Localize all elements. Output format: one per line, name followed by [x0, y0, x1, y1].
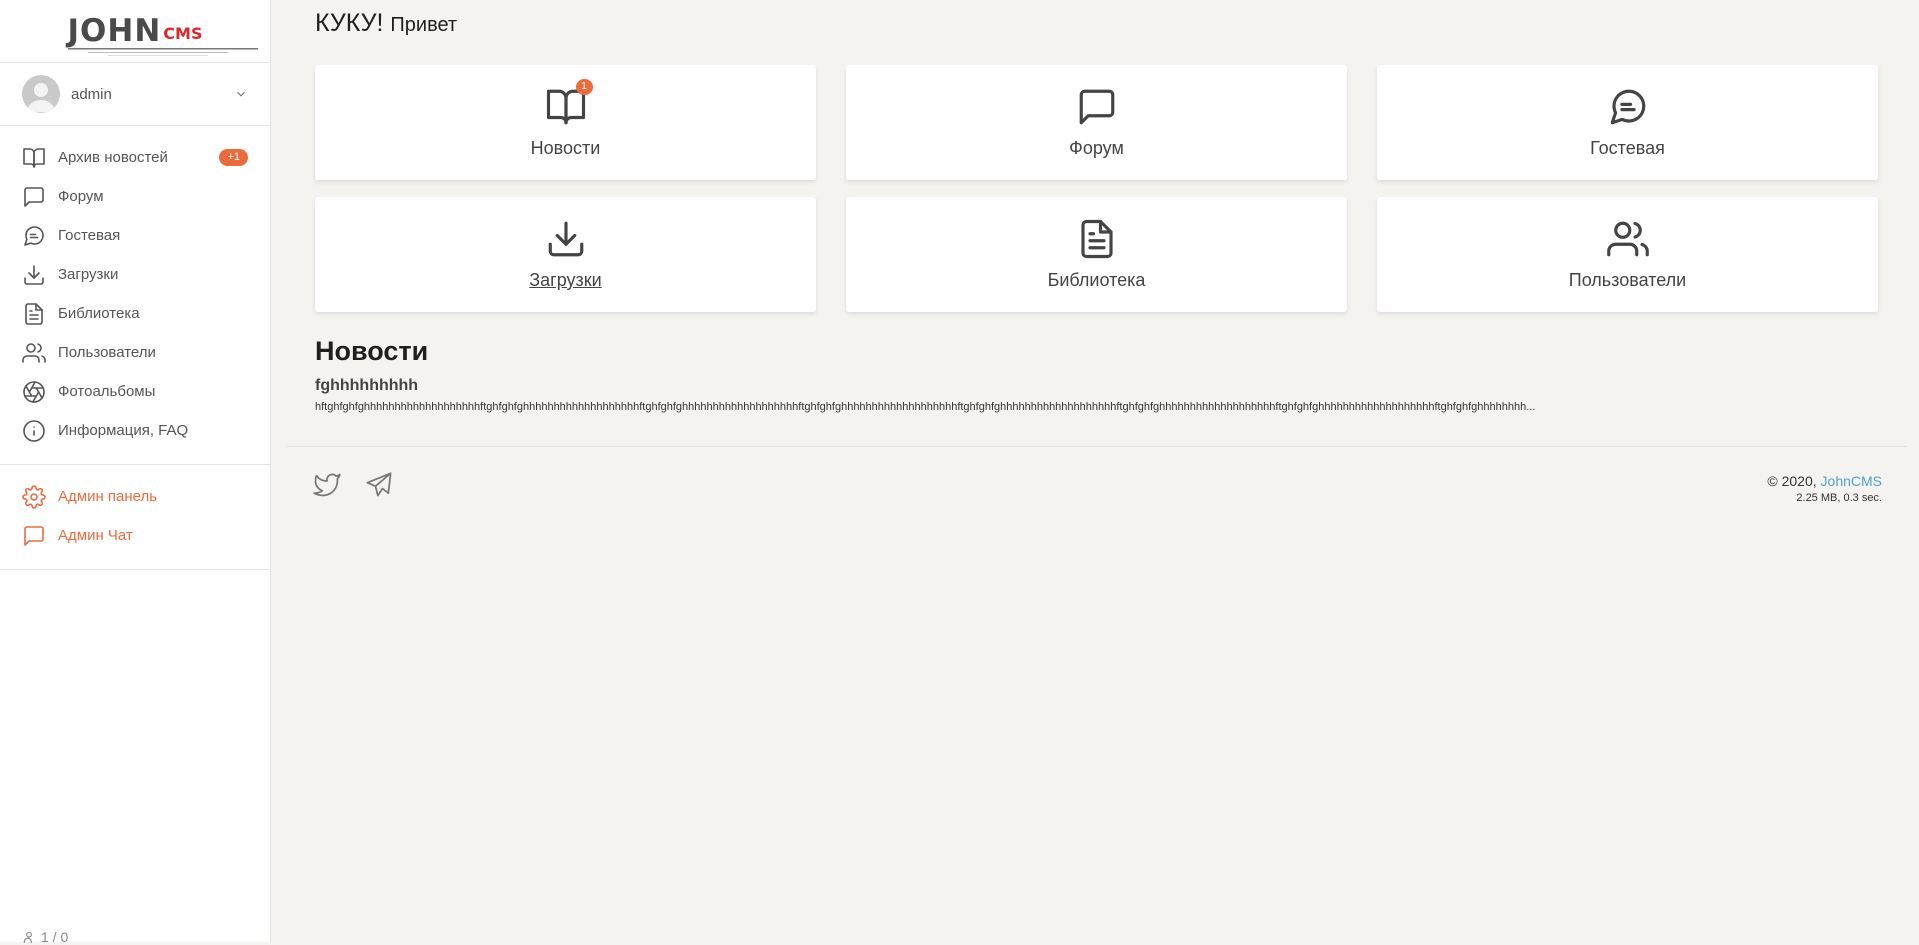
admin-nav: Админ панель Админ Чат — [0, 465, 270, 570]
sidebar-item-label: Архив новостей — [58, 149, 168, 166]
tile-label: Форум — [1069, 138, 1124, 158]
logo-underline-icon — [67, 47, 258, 56]
user-avatar-icon — [27, 83, 55, 112]
sidebar-item-label: Гостевая — [58, 227, 121, 244]
main-nav: Архив новостей +1 Форум Гостевая Загрузк… — [0, 126, 270, 465]
news-count-badge: 1 — [575, 79, 593, 95]
tile-label: Библиотека — [1047, 270, 1146, 290]
online-count: 1 / 0 — [41, 929, 69, 945]
download-icon — [22, 263, 46, 287]
copyright-text: © 2020, — [1767, 473, 1821, 489]
news-item-title[interactable]: fghhhhhhhhh — [315, 377, 418, 395]
johncms-link[interactable]: JohnCMS — [1821, 473, 1882, 489]
tile-downloads[interactable]: Загрузки — [315, 197, 816, 312]
greeting: КУКУ! Привет — [315, 9, 457, 38]
tile-icon-wrap — [1076, 218, 1118, 260]
sidebar-item-label: Фотоальбомы — [58, 383, 156, 400]
sidebar-item-downloads[interactable]: Загрузки — [0, 255, 270, 294]
greeting-title: КУКУ! — [315, 9, 384, 37]
sidebar-item-info-faq[interactable]: Информация, FAQ — [0, 411, 270, 450]
tile-library[interactable]: Библиотека — [846, 197, 1347, 312]
tile-label: Пользователи — [1568, 270, 1687, 290]
sidebar-item-news-archive[interactable]: Архив новостей +1 — [0, 138, 270, 177]
sidebar-item-label: Админ панель — [58, 488, 158, 505]
book-open-icon — [22, 146, 46, 170]
sidebar-item-forum[interactable]: Форум — [0, 177, 270, 216]
gear-icon — [22, 485, 46, 509]
sidebar-item-admin-chat[interactable]: Админ Чат — [0, 516, 270, 555]
logo-john-text: JOHN — [67, 12, 162, 49]
news-count-badge: +1 — [219, 149, 248, 166]
sidebar-item-label: Загрузки — [58, 266, 119, 283]
greeting-subtitle: Привет — [390, 14, 458, 36]
tile-label: Новости — [530, 138, 601, 158]
sidebar-item-photo-albums[interactable]: Фотоальбомы — [0, 372, 270, 411]
sidebar-item-label: Пользователи — [58, 344, 156, 361]
download-icon — [545, 218, 587, 260]
file-text-icon — [22, 302, 46, 326]
info-icon — [22, 419, 46, 443]
users-icon — [22, 341, 46, 365]
sidebar-item-admin-panel[interactable]: Админ панель — [0, 477, 270, 516]
news-heading: Новости — [315, 336, 429, 366]
tile-guestbook[interactable]: Гостевая — [1377, 65, 1878, 180]
tile-label: Загрузки — [529, 270, 602, 290]
copyright: © 2020, JohnCMS — [1767, 473, 1882, 489]
sidebar-item-users[interactable]: Пользователи — [0, 333, 270, 372]
message-circle-icon — [22, 224, 46, 248]
page-stats: 2.25 MB, 0.3 sec. — [1796, 492, 1882, 504]
tile-icon-wrap — [1607, 218, 1649, 260]
chevron-down-icon[interactable] — [234, 87, 248, 101]
sidebar-item-label: Библиотека — [58, 305, 140, 322]
sidebar-item-label: Админ Чат — [58, 527, 133, 544]
user-menu[interactable]: admin — [0, 63, 270, 126]
news-item-body: hftghfghfghhhhhhhhhhhhhhhhhhhftghfghfghh… — [315, 401, 1536, 413]
tile-icon-wrap — [545, 218, 587, 260]
tile-icon-wrap — [1607, 86, 1649, 128]
online-counter[interactable]: 1 / 0 — [22, 929, 68, 945]
sidebar: JOHN CMS admin Архив новостей +1 Форум Г… — [0, 0, 271, 945]
main-content: КУКУ! Привет 1 Новости Форум Гостевая За… — [287, 0, 1907, 942]
tile-label: Гостевая — [1590, 138, 1665, 158]
sidebar-item-library[interactable]: Библиотека — [0, 294, 270, 333]
tile-users[interactable]: Пользователи — [1377, 197, 1878, 312]
aperture-icon — [22, 380, 46, 404]
sidebar-item-label: Форум — [58, 188, 104, 205]
message-circle-icon — [1607, 86, 1649, 128]
footer: © 2020, JohnCMS 2.25 MB, 0.3 sec. — [287, 446, 1907, 526]
twitter-icon[interactable] — [313, 471, 341, 499]
telegram-icon[interactable] — [365, 471, 393, 499]
message-square-icon — [22, 524, 46, 548]
logo-cms-text: CMS — [163, 23, 203, 43]
message-square-icon — [1076, 86, 1118, 128]
logo[interactable]: JOHN CMS — [0, 0, 270, 63]
user-name: admin — [71, 85, 112, 103]
message-square-icon — [22, 185, 46, 209]
sidebar-item-guestbook[interactable]: Гостевая — [0, 216, 270, 255]
users-icon — [1607, 218, 1649, 260]
file-text-icon — [1076, 218, 1118, 260]
avatar — [22, 75, 60, 113]
sidebar-item-label: Информация, FAQ — [58, 422, 189, 439]
tile-forum[interactable]: Форум — [846, 65, 1347, 180]
tile-icon-wrap — [1076, 86, 1118, 128]
tile-icon-wrap: 1 — [545, 79, 593, 128]
tile-news[interactable]: 1 Новости — [315, 65, 816, 180]
